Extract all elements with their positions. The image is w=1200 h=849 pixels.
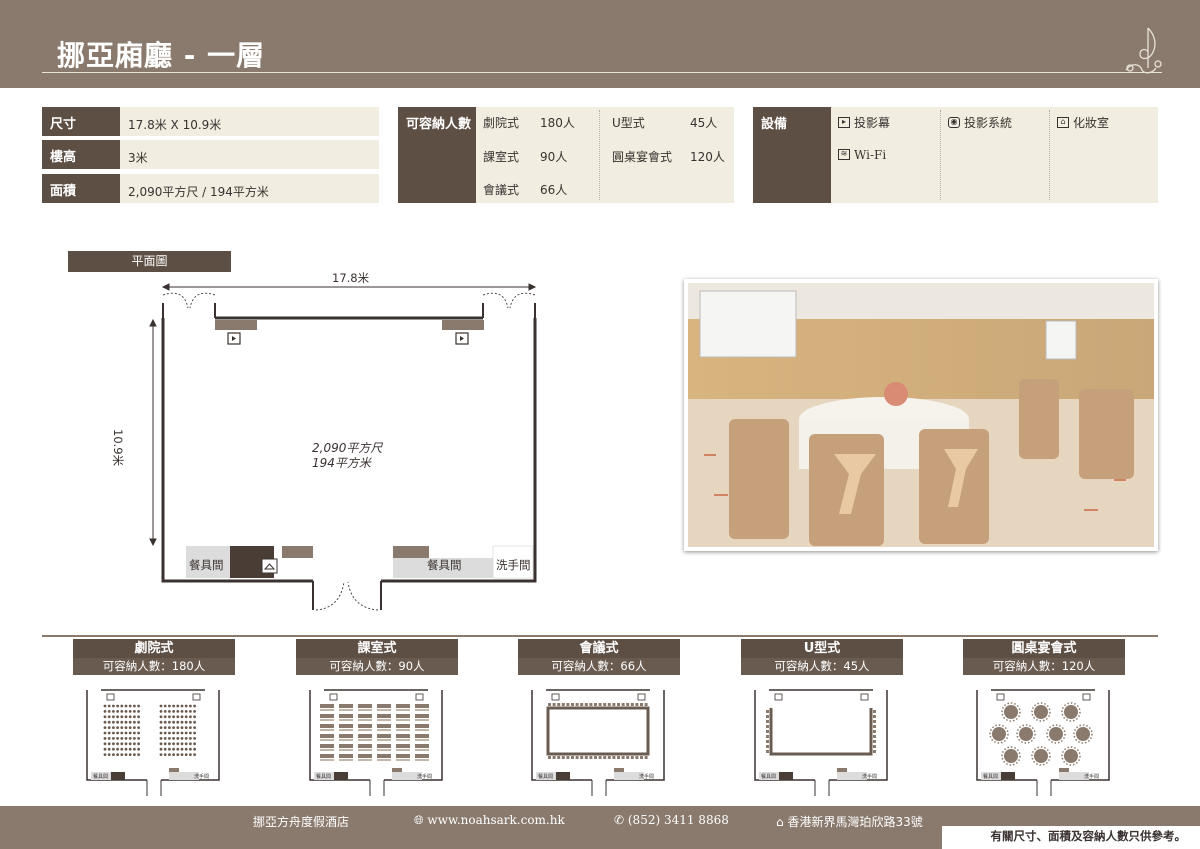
layout-title-theatre: 劇院式 [73, 639, 235, 658]
layout-title-classroom: 課室式 [296, 639, 458, 658]
spec-label-height: 樓高 [42, 140, 120, 169]
equipment-divider-1 [940, 110, 941, 200]
capacity-label: 可容納人數 [398, 107, 476, 203]
capacity-classroom-count: 90人 [540, 150, 568, 164]
hanger-icon: ⌂ [1057, 117, 1069, 128]
layout-pantry-label: 餐具間 [93, 774, 109, 780]
floorplan-pantry-right: 餐具間 [427, 558, 462, 572]
globe-icon: 🌐︎ [414, 813, 428, 827]
layout-toilet-label: 洗手間 [639, 774, 655, 780]
projector-icon: ◉ [948, 117, 960, 128]
spec-value-size: 17.8米 X 10.9米 [120, 107, 379, 136]
capacity-divider [599, 110, 600, 200]
spec-value-area: 2,090平方尺 / 194平方米 [120, 174, 379, 203]
footer-hotel: 挪亞方舟度假酒店 [253, 815, 350, 829]
wifi-icon: ≋ [838, 149, 850, 160]
projection-screen-icon: ▸ [838, 117, 850, 128]
floorplan-pantry-left: 餐具間 [189, 558, 224, 572]
floorplan-height-label: 10.9米 [111, 429, 125, 467]
footer-phone: (852) 3411 8868 [627, 813, 729, 827]
layout-capacity-theatre: 可容納人數：180人 [73, 658, 235, 675]
layout-plan-boardroom [531, 689, 665, 796]
capacity-banquet-count: 120人 [690, 150, 725, 164]
layouts-divider [42, 635, 1158, 637]
footer-disclaimer: 有關尺寸、面積及容納人數只供參考。 [990, 829, 1187, 843]
capacity-classroom-name: 課室式 [483, 150, 520, 164]
layout-capacity-classroom: 可容納人數：90人 [296, 658, 458, 675]
layout-toilet-label: 洗手間 [1084, 774, 1100, 780]
floorplan-width-label: 17.8米 [332, 271, 370, 285]
capacity-theatre-count: 180人 [540, 116, 575, 130]
footer-phone-link[interactable]: ✆ (852) 3411 8868 [614, 813, 729, 827]
spec-label-size: 尺寸 [42, 107, 120, 136]
floorplan-label: 平面圖 [68, 251, 231, 272]
capacity-ushape-name: U型式 [612, 116, 645, 130]
footer-address-block: ⌂ 香港新界馬灣珀欣路33號 [776, 813, 923, 830]
equipment-label: 設備 [753, 107, 831, 203]
floorplan-area-sqm: 194平方米 [312, 456, 371, 470]
layout-pantry-label: 餐具間 [538, 774, 554, 780]
capacity-ushape-count: 45人 [690, 116, 718, 130]
layout-plan-banquet [976, 689, 1110, 796]
home-icon: ⌂ [776, 815, 788, 829]
page-title: 挪亞廂廳 - 一層 [57, 39, 266, 72]
footer-website-link[interactable]: 🌐︎ www.noahsark.com.hk [414, 813, 565, 828]
equipment-screen: 投影幕 [854, 116, 891, 130]
layout-capacity-banquet: 可容納人數：120人 [963, 658, 1125, 675]
capacity-theatre-name: 劇院式 [483, 116, 520, 130]
title-divider [42, 72, 1162, 73]
layout-plan-theatre [86, 689, 220, 796]
layout-title-boardroom: 會議式 [518, 639, 680, 658]
equipment-projector: 投影系統 [964, 116, 1013, 130]
layout-toilet-label: 洗手間 [862, 774, 878, 780]
layout-title-banquet: 圓桌宴會式 [963, 639, 1125, 658]
layout-toilet-label: 洗手間 [417, 774, 433, 780]
phone-icon: ✆ [614, 813, 628, 827]
layout-capacity-boardroom: 可容納人數：66人 [518, 658, 680, 675]
footer-address: 香港新界馬灣珀欣路33號 [787, 815, 923, 829]
layout-toilet-label: 洗手間 [194, 774, 210, 780]
ornament-icon [1125, 27, 1162, 74]
layout-pantry-label: 餐具間 [983, 774, 999, 780]
spec-label-area: 面積 [42, 174, 120, 203]
layout-capacity-ushape: 可容納人數：45人 [741, 658, 903, 675]
equipment-divider-2 [1049, 110, 1050, 200]
venue-photo [684, 279, 1158, 551]
layout-pantry-label: 餐具間 [761, 774, 777, 780]
layout-title-ushape: U型式 [741, 639, 903, 658]
spec-value-height: 3米 [120, 140, 379, 169]
layout-plan-ushape [754, 689, 888, 796]
layout-pantry-label: 餐具間 [316, 774, 332, 780]
capacity-banquet-name: 圓桌宴會式 [612, 150, 673, 164]
footer-website: www.noahsark.com.hk [427, 813, 565, 827]
equipment-wifi: Wi-Fi [854, 148, 887, 162]
equipment-dressing-room: 化妝室 [1073, 116, 1110, 130]
layout-plan-classroom [309, 689, 443, 796]
capacity-boardroom-name: 會議式 [483, 183, 520, 197]
floorplan-toilet: 洗手間 [496, 558, 531, 572]
capacity-boardroom-count: 66人 [540, 183, 568, 197]
